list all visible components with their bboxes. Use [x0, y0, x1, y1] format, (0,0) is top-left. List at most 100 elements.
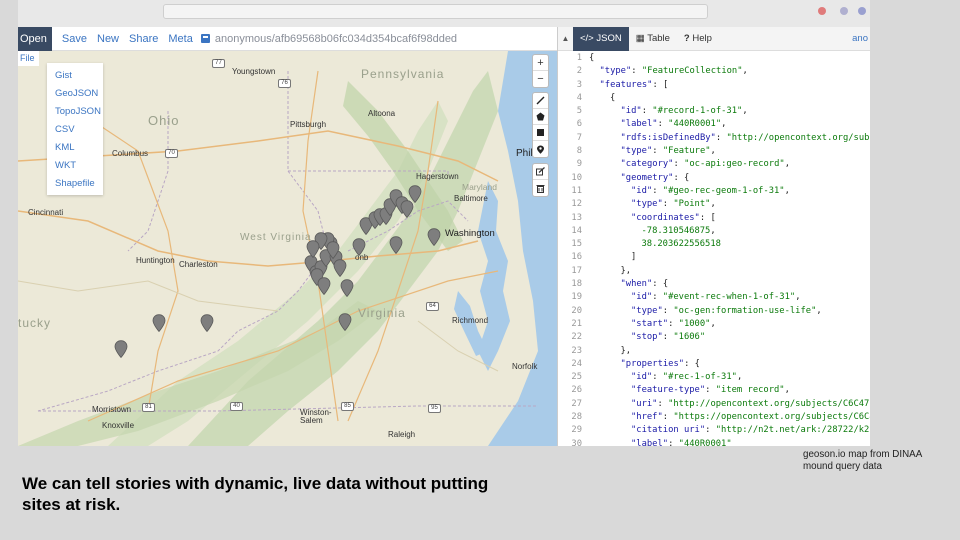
json-punct: , — [784, 385, 790, 396]
json-punct: , — [721, 119, 727, 130]
map-marker[interactable] — [306, 240, 320, 258]
line-number: 24 — [571, 358, 582, 369]
city-label: Norfolk — [512, 362, 538, 371]
json-key: "type" — [599, 66, 632, 77]
json-key: "href" — [631, 412, 663, 423]
json-punct: }, — [620, 265, 632, 276]
tab-json[interactable]: </> JSON — [573, 26, 629, 51]
route-shield: 81 — [142, 403, 155, 412]
json-value: "http://opencontext.org/subjects/C6C47 — [668, 398, 870, 409]
draw-rectangle-icon[interactable] — [533, 125, 548, 141]
json-value: "Feature" — [662, 146, 711, 157]
edit-icon[interactable] — [533, 164, 548, 180]
line-number: 22 — [571, 332, 582, 343]
draw-polygon-icon[interactable] — [533, 109, 548, 125]
line-number: 13 — [571, 212, 582, 223]
json-editor[interactable]: 1{2 "type": "FeatureCollection", 3 "feature… — [558, 52, 870, 446]
map-marker[interactable] — [317, 277, 331, 295]
zoom-out-button[interactable]: − — [533, 71, 548, 87]
json-value: "440R0001" — [668, 119, 722, 130]
save-button[interactable]: Save — [62, 33, 87, 45]
new-button[interactable]: New — [97, 33, 119, 45]
line-number: 25 — [571, 372, 582, 383]
json-punct: { — [589, 53, 595, 63]
line-number: 26 — [571, 385, 582, 396]
json-punct: : — [705, 385, 716, 396]
file-menu-label[interactable]: File — [18, 51, 39, 66]
code-line: 13 "coordinates": [ — [558, 212, 870, 225]
line-number: 1 — [576, 53, 582, 63]
menu-item-geojson[interactable]: GeoJSON — [47, 87, 103, 105]
state-label-maryland: Maryland — [462, 182, 497, 192]
city-label: Cincinnati — [28, 208, 64, 217]
tab-table[interactable]: ▦ Table — [629, 27, 677, 51]
json-punct: , — [736, 372, 743, 383]
json-value: 38.203622556518 — [641, 239, 721, 250]
city-label: Baltimore — [454, 194, 488, 203]
json-value: "1606" — [673, 332, 706, 343]
line-number: 14 — [571, 225, 582, 236]
map-marker[interactable] — [389, 236, 403, 254]
json-punct: : — [673, 159, 685, 170]
menu-item-wkt[interactable]: WKT — [47, 159, 103, 177]
collapse-icon[interactable]: ▲ — [558, 34, 573, 43]
json-punct: : — [631, 66, 642, 77]
menu-item-topojson[interactable]: TopoJSON — [47, 105, 103, 123]
map-marker[interactable] — [333, 259, 347, 277]
line-number: 30 — [571, 438, 582, 446]
draw-line-icon[interactable] — [533, 93, 548, 109]
json-key: "rdfs:isDefinedBy" — [620, 132, 716, 143]
browser-icon[interactable] — [840, 7, 848, 15]
user-name: anonymous/afb69568b06fc034d354bcaf6f98dd… — [214, 32, 458, 45]
json-punct: : — [652, 292, 663, 303]
menu-item-kml[interactable]: KML — [47, 141, 103, 159]
json-punct: , — [710, 225, 716, 236]
json-key: "coordinates" — [631, 212, 700, 223]
user-link[interactable]: ano — [852, 33, 870, 44]
share-button[interactable]: Share — [129, 33, 158, 45]
map-marker[interactable] — [352, 238, 366, 256]
line-number: 16 — [571, 252, 582, 263]
line-number: 10 — [571, 172, 582, 183]
map-marker[interactable] — [200, 314, 214, 332]
map-marker[interactable] — [427, 228, 441, 246]
open-button[interactable]: Open — [18, 26, 52, 51]
map-marker[interactable] — [152, 314, 166, 332]
draw-marker-icon[interactable] — [533, 141, 548, 157]
code-icon: </> — [580, 32, 594, 44]
browser-icon[interactable] — [858, 7, 866, 15]
json-key: "type" — [620, 146, 653, 157]
json-punct: { — [610, 92, 616, 103]
code-line: 19 "id": "#event-rec-when-1-of-31", — [558, 291, 870, 304]
json-punct: : — [715, 132, 727, 143]
browser-icon[interactable] — [818, 7, 826, 15]
menu-item-csv[interactable]: CSV — [47, 123, 103, 141]
tab-help[interactable]: ? Help — [677, 27, 719, 51]
address-bar[interactable] — [163, 4, 708, 19]
json-value: "http://n2t.net/ark:/28722/k2 — [715, 425, 870, 436]
json-key: "id" — [631, 185, 653, 196]
menu-item-gist[interactable]: Gist — [47, 69, 103, 87]
json-key: "type" — [631, 305, 663, 316]
json-punct: : { — [684, 358, 700, 369]
trash-icon[interactable] — [533, 180, 548, 196]
map-marker[interactable] — [338, 313, 352, 331]
map-marker[interactable] — [408, 185, 422, 203]
code-line: 20 "type": "oc-gen:formation-use-life", — [558, 305, 870, 318]
map-marker[interactable] — [114, 340, 128, 358]
code-line: 24 "properties": { — [558, 358, 870, 371]
menu-item-shapefile[interactable]: Shapefile — [47, 177, 103, 195]
line-number: 20 — [571, 305, 582, 316]
meta-button[interactable]: Meta — [168, 33, 192, 45]
map-marker[interactable] — [340, 279, 354, 297]
map-marker[interactable] — [326, 241, 340, 259]
zoom-in-button[interactable]: + — [533, 55, 548, 71]
code-line: 10 "geometry": { — [558, 172, 870, 185]
user-link[interactable]: anonymous/afb69568b06fc034d354bcaf6f98dd… — [200, 32, 458, 45]
